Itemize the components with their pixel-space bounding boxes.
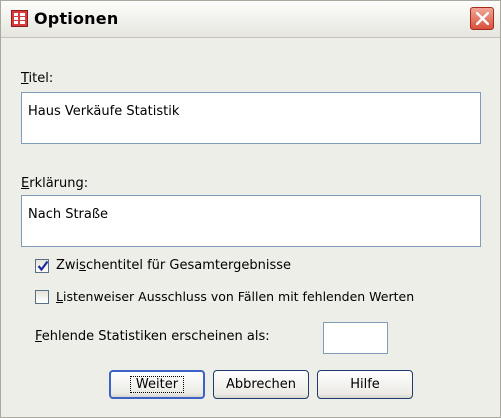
titel-label: Titel: xyxy=(21,71,54,86)
spreadsheet-icon xyxy=(11,10,28,27)
weiter-button[interactable]: Weiter xyxy=(109,370,205,399)
erklaerung-label: Erklärung: xyxy=(21,176,89,191)
titel-input[interactable]: Haus Verkäufe Statistik xyxy=(21,92,481,144)
hilfe-button[interactable]: Hilfe xyxy=(317,370,413,399)
checkmark-icon xyxy=(37,260,49,272)
options-dialog: Optionen Titel: Haus Verkäufe Statistik … xyxy=(0,0,501,418)
listenweiser-checkbox[interactable] xyxy=(35,290,49,304)
fehlende-input[interactable] xyxy=(323,322,388,354)
listenweiser-label: Listenweiser Ausschluss von Fällen mit f… xyxy=(56,289,415,304)
zwischentitel-label: Zwischentitel für Gesamtergebnisse xyxy=(56,258,291,273)
zwischentitel-checkbox[interactable] xyxy=(35,259,49,273)
title-bar: Optionen xyxy=(1,1,500,38)
dialog-title: Optionen xyxy=(34,9,119,28)
erklaerung-input[interactable]: Nach Straße xyxy=(21,195,481,247)
close-button[interactable] xyxy=(470,7,494,30)
close-icon xyxy=(476,12,489,25)
abbrechen-button[interactable]: Abbrechen xyxy=(213,370,309,399)
fehlende-label: Fehlende Statistiken erscheinen als: xyxy=(35,329,270,344)
